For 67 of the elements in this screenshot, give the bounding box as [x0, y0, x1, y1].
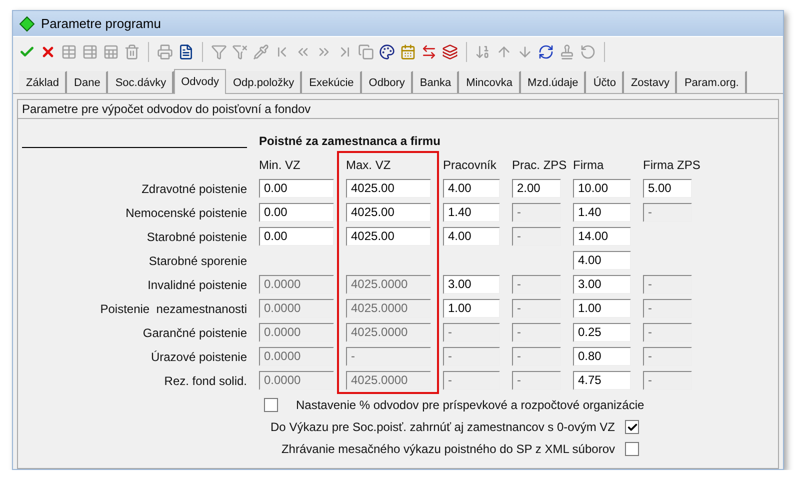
- input-field[interactable]: 1.00: [573, 299, 631, 318]
- input-field[interactable]: 14.00: [573, 227, 631, 246]
- tab[interactable]: Banka: [412, 71, 460, 93]
- input-field[interactable]: 4.75: [573, 371, 631, 390]
- row-label: Rez. fond solid.: [163, 374, 247, 388]
- tab[interactable]: Účto: [586, 71, 624, 93]
- input-field[interactable]: 0.00: [259, 179, 334, 198]
- input-field[interactable]: 0.00: [259, 227, 334, 246]
- tab[interactable]: Základ: [19, 71, 68, 93]
- input-field[interactable]: 0.00: [259, 203, 334, 222]
- column-header: Firma: [573, 158, 604, 172]
- refresh-icon[interactable]: [538, 44, 554, 60]
- palette-icon[interactable]: [379, 44, 395, 60]
- document-icon[interactable]: [178, 44, 194, 60]
- input-field[interactable]: 1.00: [443, 299, 500, 318]
- section-title: Parametre pre výpočet odvodov do poisťovní a fondov: [18, 100, 778, 119]
- app-icon: [19, 16, 35, 32]
- tab[interactable]: Odp.položky: [226, 71, 302, 93]
- row-label: Nemocenské poistenie: [124, 206, 247, 220]
- input-field[interactable]: 4.00: [573, 251, 631, 270]
- input-field[interactable]: 1.40: [573, 203, 631, 222]
- close-icon[interactable]: [40, 44, 56, 60]
- tab[interactable]: Zostavy: [624, 71, 678, 93]
- input-field[interactable]: 5.00: [643, 179, 692, 198]
- row-label: Poistenie nezamestnanosti: [99, 302, 247, 316]
- row-label: Úrazové poistenie: [150, 350, 247, 364]
- input-field[interactable]: 2.00: [512, 179, 561, 198]
- input-field[interactable]: 10.00: [573, 179, 631, 198]
- input-field[interactable]: 4025.00: [346, 179, 431, 198]
- column-header: Min. VZ: [259, 158, 300, 172]
- group-title: Poistné za zamestnanca a firmu: [259, 134, 442, 148]
- checkbox-label: Nastavenie % odvodov pre príspevkové a rozpočtové organizácie: [296, 398, 644, 412]
- column-header: Prac. ZPS: [512, 158, 567, 172]
- row-label: Garančné poistenie: [142, 326, 247, 340]
- input-field[interactable]: 1.40: [443, 203, 500, 222]
- checkbox-label: Do Výkazu pre Soc.poisť. zahrnúť aj zamestnancov s 0-ovým VZ: [270, 420, 615, 434]
- row-label: Starobné sporenie: [148, 254, 247, 268]
- arrows-icon[interactable]: [421, 44, 437, 60]
- input-field[interactable]: 4.00: [443, 227, 500, 246]
- input-field[interactable]: 3.00: [443, 275, 500, 294]
- checkbox[interactable]: [625, 442, 639, 456]
- checkbox-label: Zhrávanie mesačného výkazu poistného do SP z XML súborov: [281, 442, 615, 456]
- row-label: Starobné poistenie: [146, 230, 247, 244]
- tab[interactable]: Odvody: [174, 69, 226, 94]
- input-field[interactable]: 4025.00: [346, 227, 431, 246]
- column-header: Max. VZ: [346, 158, 391, 172]
- input-field[interactable]: 0.80: [573, 347, 631, 366]
- input-field[interactable]: 0.25: [573, 323, 631, 342]
- tab[interactable]: Param.org.: [677, 71, 747, 93]
- tab[interactable]: Mincovka: [459, 71, 521, 93]
- checkbox[interactable]: [625, 420, 639, 434]
- layers-icon[interactable]: [442, 44, 458, 60]
- tab[interactable]: Dane: [67, 71, 108, 93]
- calendar-icon[interactable]: [400, 44, 416, 60]
- input-field[interactable]: 4025.00: [346, 203, 431, 222]
- checkbox[interactable]: [264, 398, 278, 412]
- row-label: Zdravotné poistenie: [140, 182, 247, 196]
- input-field[interactable]: 4.00: [443, 179, 500, 198]
- tab[interactable]: Mzd.údaje: [520, 71, 586, 93]
- column-header: Firma ZPS: [643, 158, 700, 172]
- column-header: Pracovník: [443, 158, 496, 172]
- tab[interactable]: Exekúcie: [302, 71, 362, 93]
- input-field[interactable]: 3.00: [573, 275, 631, 294]
- row-label: Invalidné poistenie: [146, 278, 247, 292]
- tab[interactable]: Odbory: [362, 71, 413, 93]
- window-title: Parametre programu: [41, 16, 161, 31]
- tab[interactable]: Soc.dávky: [108, 71, 174, 93]
